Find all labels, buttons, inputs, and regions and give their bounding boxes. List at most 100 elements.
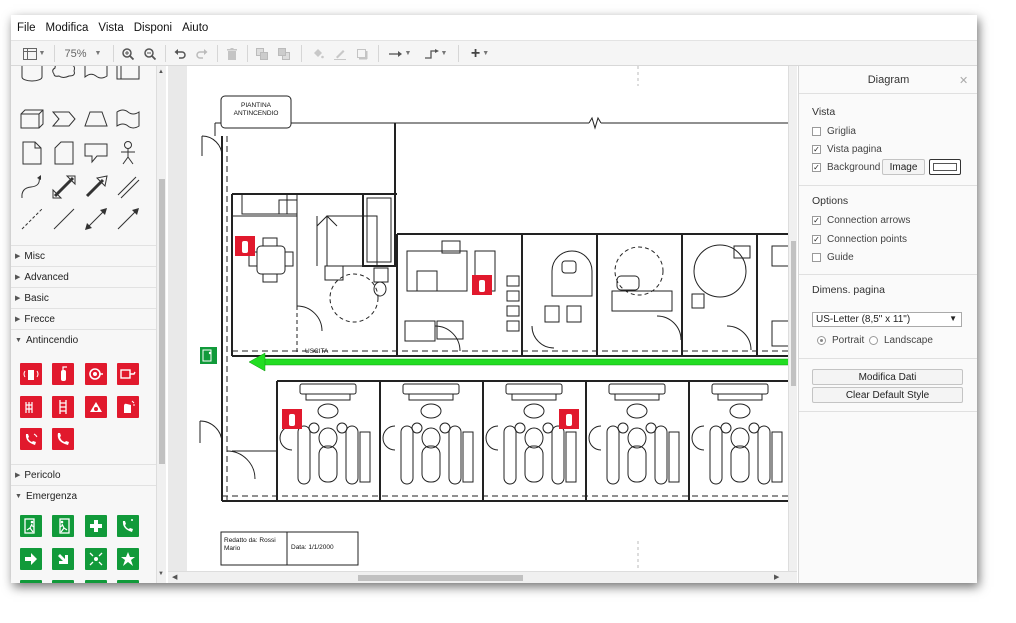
background-color-swatch[interactable]	[929, 159, 961, 175]
scroll-right-icon[interactable]: ▶	[774, 573, 779, 581]
fire-telephone-icon[interactable]	[52, 428, 74, 450]
connection-arrows-checkbox[interactable]: ✓ Connection arrows	[812, 215, 910, 226]
emergency-exit-left-icon[interactable]	[20, 515, 42, 537]
checkbox-icon[interactable]	[812, 127, 821, 136]
scroll-down-icon[interactable]: ▼	[158, 571, 164, 577]
date-label[interactable]: Data: 1/1/2000	[291, 544, 334, 551]
fire-alarm-button-icon[interactable]	[117, 396, 139, 418]
line-color-button[interactable]	[331, 41, 349, 66]
to-back-button[interactable]	[275, 41, 293, 66]
shape-dashed-line[interactable]	[19, 206, 45, 232]
griglia-checkbox[interactable]: Griglia	[812, 126, 856, 137]
first-aid-icon[interactable]	[85, 515, 107, 537]
eyewash-icon[interactable]	[85, 580, 107, 583]
modifica-dati-button[interactable]: Modifica Dati	[812, 369, 963, 385]
shape-arrow[interactable]	[83, 174, 109, 200]
landscape-radio[interactable]: Landscape	[869, 335, 933, 346]
floor-plan[interactable]	[187, 66, 797, 572]
section-antincendio[interactable]: ▼ Antincendio	[11, 329, 156, 350]
view-panels-button[interactable]: ▼	[17, 41, 51, 66]
fire-hose-reel-icon[interactable]	[117, 363, 139, 385]
section-basic[interactable]: ▶ Basic	[11, 287, 156, 308]
scroll-left-icon[interactable]: ◀	[172, 573, 177, 581]
checkbox-icon[interactable]	[812, 253, 821, 262]
extinguisher-sign[interactable]	[559, 409, 579, 429]
vista-pagina-checkbox[interactable]: ✓ Vista pagina	[812, 144, 882, 155]
emergency-exit-sign[interactable]	[200, 347, 217, 364]
shape-line[interactable]	[51, 206, 77, 232]
radio-icon[interactable]	[817, 336, 826, 345]
checkbox-icon[interactable]: ✓	[812, 235, 821, 244]
shape-document[interactable]	[83, 66, 109, 82]
insert-button[interactable]: + ▼	[465, 41, 495, 66]
fire-telephone-alarm-icon[interactable]	[20, 428, 42, 450]
direction-arrow-right-icon[interactable]	[20, 548, 42, 570]
connection-style-button[interactable]: ▼	[385, 41, 415, 66]
emergency-break-glass-icon[interactable]	[117, 548, 139, 570]
assembly-point-icon[interactable]	[85, 548, 107, 570]
shape-actor[interactable]	[115, 140, 141, 166]
canvas-vscroll-thumb[interactable]	[791, 241, 796, 386]
fire-alarm-icon[interactable]	[20, 363, 42, 385]
author-label[interactable]: Redatto da: Rossi Mario	[224, 537, 286, 553]
fire-extinguisher-icon[interactable]	[52, 363, 74, 385]
extinguisher-sign[interactable]	[472, 275, 492, 295]
connection-points-checkbox[interactable]: ✓ Connection points	[812, 234, 907, 245]
shape-callout[interactable]	[83, 140, 109, 166]
floor-plan-title[interactable]: PIANTINA ANTINCENDIO	[221, 102, 291, 118]
page-size-select[interactable]: US-Letter (8,5" x 11") ▼	[812, 312, 962, 327]
shape-note[interactable]	[19, 140, 45, 166]
checkbox-icon[interactable]: ✓	[812, 216, 821, 225]
close-icon[interactable]: ✕	[959, 74, 968, 87]
emergency-phone-icon[interactable]	[117, 515, 139, 537]
menu-modifica[interactable]: Modifica	[46, 22, 89, 34]
zoom-out-button[interactable]	[141, 41, 159, 66]
section-misc[interactable]: ▶ Misc	[11, 245, 156, 266]
checkbox-icon[interactable]: ✓	[812, 145, 821, 154]
shape-card[interactable]	[51, 140, 77, 166]
shape-curve[interactable]	[19, 174, 45, 200]
menu-file[interactable]: File	[17, 22, 36, 34]
canvas-horizontal-scrollbar[interactable]: ◀ ▶	[168, 571, 797, 583]
sidebar-scroll-thumb[interactable]	[159, 179, 165, 464]
shadow-button[interactable]	[353, 41, 371, 66]
section-pericolo[interactable]: ▶ Pericolo	[11, 464, 156, 485]
fire-hose-icon[interactable]	[85, 363, 107, 385]
canvas-vertical-scrollbar[interactable]	[788, 66, 797, 571]
extinguisher-sign[interactable]	[235, 236, 255, 256]
menu-aiuto[interactable]: Aiuto	[182, 22, 208, 34]
checkbox-icon[interactable]: ✓	[812, 163, 821, 172]
fire-equipment-icon[interactable]	[20, 396, 42, 418]
delete-button[interactable]	[223, 41, 241, 66]
undo-button[interactable]	[171, 41, 189, 66]
scroll-up-icon[interactable]: ▲	[158, 69, 164, 75]
defibrillator-icon[interactable]	[52, 580, 74, 583]
section-emergenza[interactable]: ▼ Emergenza	[11, 485, 156, 506]
emergency-exit-right-icon[interactable]	[52, 515, 74, 537]
fire-call-point-icon[interactable]	[85, 396, 107, 418]
shape-bidirectional-arrow[interactable]	[51, 174, 77, 200]
shape-tape[interactable]	[115, 106, 141, 132]
emergency-shower-icon[interactable]	[117, 580, 139, 583]
zoom-dropdown[interactable]: 75% ▼	[59, 41, 107, 66]
shape-directional-line[interactable]	[115, 206, 141, 232]
waypoints-button[interactable]: ▼	[421, 41, 451, 66]
radio-icon[interactable]	[869, 336, 878, 345]
portrait-radio[interactable]: Portrait	[817, 335, 864, 346]
to-front-button[interactable]	[253, 41, 271, 66]
zoom-in-button[interactable]	[119, 41, 137, 66]
background-checkbox[interactable]: ✓ Background	[812, 162, 880, 173]
clear-default-style-button[interactable]: Clear Default Style	[812, 387, 963, 403]
emergency-doctor-icon[interactable]	[20, 580, 42, 583]
section-advanced[interactable]: ▶ Advanced	[11, 266, 156, 287]
exit-label[interactable]: USCITA	[305, 348, 328, 355]
drawing-canvas[interactable]: PIANTINA ANTINCENDIO USCITA Redatto da: …	[168, 66, 797, 583]
section-frecce[interactable]: ▶ Frecce	[11, 308, 156, 329]
shape-trapezoid[interactable]	[83, 106, 109, 132]
shape-cube[interactable]	[19, 106, 45, 132]
shape-cloud[interactable]	[51, 66, 77, 82]
diagram-page[interactable]: PIANTINA ANTINCENDIO USCITA Redatto da: …	[187, 66, 797, 572]
menu-disponi[interactable]: Disponi	[134, 22, 172, 34]
shape-link[interactable]	[115, 174, 141, 200]
guide-checkbox[interactable]: Guide	[812, 252, 854, 263]
